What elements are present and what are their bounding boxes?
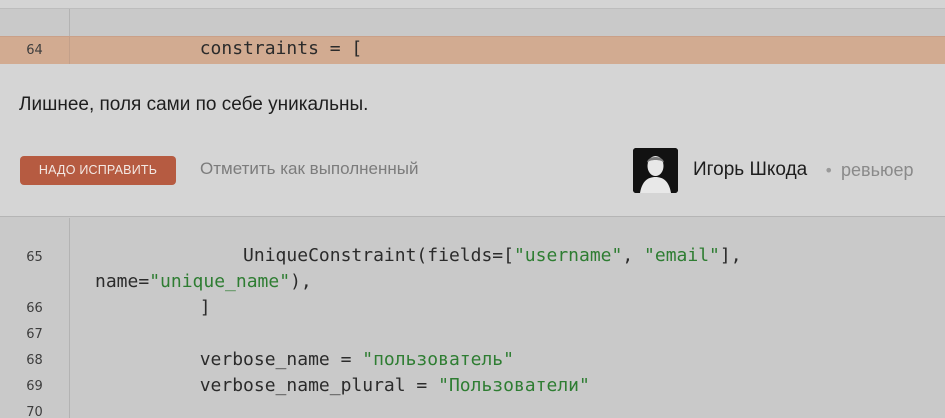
top-strip (0, 0, 945, 8)
line-number: 70 (26, 405, 43, 418)
code-token: verbose_name_plural = (113, 375, 439, 396)
mark-done-link[interactable]: Отметить как выполненный (200, 159, 418, 179)
code-text: ] (113, 297, 211, 318)
code-token: ], (719, 245, 742, 266)
line-number: 68 (26, 353, 43, 368)
code-text: name="unique_name"), (95, 271, 312, 292)
code-line-67[interactable]: 67 (0, 322, 945, 348)
code-token: ), (290, 271, 312, 292)
line-number: 65 (26, 250, 43, 265)
code-line-68[interactable]: 68 verbose_name = "пользователь" (0, 348, 945, 374)
code-line-65-wrap[interactable]: name="unique_name"), (0, 270, 945, 296)
code-line-65[interactable]: 65 UniqueConstraint(fields=["username", … (0, 244, 945, 272)
code-text: UniqueConstraint(fields=["username", "em… (113, 245, 742, 266)
code-line-69[interactable]: 69 verbose_name_plural = "Пользователи" (0, 374, 945, 400)
line-number: 67 (26, 327, 43, 342)
code-line-70[interactable]: 70 (0, 400, 945, 418)
string-literal: "unique_name" (149, 271, 291, 292)
reviewer-name[interactable]: Игорь Шкода (693, 159, 807, 181)
reviewer-role: ревьюер (841, 160, 914, 180)
gutter-divider-top (69, 9, 70, 36)
string-literal: "пользователь" (362, 349, 514, 370)
string-literal: "email" (644, 245, 720, 266)
top-divider (0, 8, 945, 9)
user-avatar-icon (633, 148, 678, 193)
code-token: , (622, 245, 645, 266)
review-comment: Лишнее, поля сами по себе уникальны. НАД… (0, 64, 945, 217)
code-line-66[interactable]: 66 ] (0, 296, 945, 322)
line-number: 66 (26, 301, 43, 316)
line-number: 69 (26, 379, 43, 394)
code-token: name= (95, 271, 150, 292)
string-literal: "Пользователи" (438, 375, 590, 396)
separator-dot: • (824, 161, 834, 180)
code-text: verbose_name = "пользователь" (113, 349, 514, 370)
string-literal: "username" (513, 245, 623, 266)
code-line-64[interactable]: 64 constraints = [ (0, 36, 945, 65)
code-token: verbose_name = (113, 349, 363, 370)
code-text: constraints = [ (113, 38, 363, 59)
gutter-divider (69, 37, 70, 65)
comment-text: Лишнее, поля сами по себе уникальны. (19, 94, 369, 115)
code-text: verbose_name_plural = "Пользователи" (113, 375, 590, 396)
code-token: UniqueConstraint(fields=[ (113, 245, 514, 266)
needs-fix-button[interactable]: НАДО ИСПРАВИТЬ (20, 156, 176, 185)
line-number: 64 (26, 43, 43, 58)
